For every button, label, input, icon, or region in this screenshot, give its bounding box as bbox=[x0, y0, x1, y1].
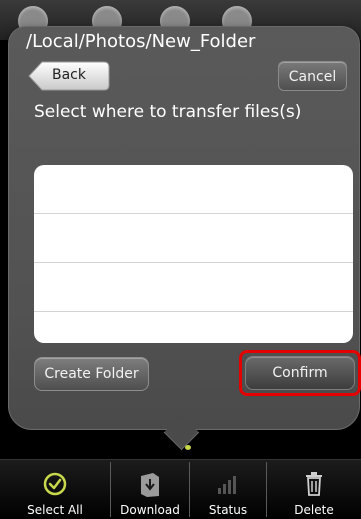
signal-bars-icon bbox=[218, 476, 236, 494]
download-icon bbox=[141, 473, 159, 497]
transfer-instruction: Select where to transfer files(s) bbox=[34, 102, 302, 122]
create-folder-button[interactable]: Create Folder bbox=[34, 357, 149, 391]
bottom-toolbar: Select All Download Status Delete bbox=[0, 459, 361, 519]
download-button[interactable]: Download bbox=[111, 460, 189, 519]
pointer-dot bbox=[185, 445, 191, 450]
delete-button[interactable]: Delete bbox=[267, 460, 361, 519]
back-button[interactable]: Back bbox=[28, 61, 110, 91]
select-all-button[interactable]: Select All bbox=[0, 460, 110, 519]
delete-label: Delete bbox=[294, 503, 334, 517]
confirm-button[interactable]: Confirm bbox=[245, 356, 355, 390]
back-button-label: Back bbox=[52, 67, 86, 83]
folder-list-divider bbox=[34, 311, 353, 312]
folder-list-divider bbox=[34, 213, 353, 214]
cancel-button[interactable]: Cancel bbox=[278, 61, 347, 91]
folder-list-divider bbox=[34, 262, 353, 263]
status-button[interactable]: Status bbox=[190, 460, 266, 519]
select-all-label: Select All bbox=[27, 503, 83, 517]
current-path-title: /Local/Photos/New_Folder bbox=[26, 31, 256, 52]
status-label: Status bbox=[208, 503, 248, 517]
download-label: Download bbox=[120, 503, 180, 517]
checkmark-circle-icon bbox=[43, 472, 67, 496]
trash-icon bbox=[306, 472, 322, 496]
folder-list[interactable] bbox=[34, 165, 353, 343]
